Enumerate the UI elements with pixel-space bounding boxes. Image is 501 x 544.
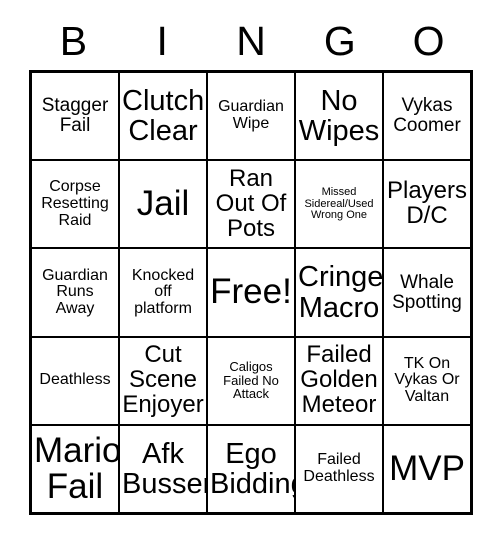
- bingo-cell[interactable]: Knocked off platform: [120, 249, 208, 336]
- bingo-cell[interactable]: Failed Deathless: [296, 425, 384, 513]
- bingo-row: Deathless Cut Scene Enjoyer Caligos Fail…: [32, 337, 470, 426]
- bingo-cell-free[interactable]: Free!: [208, 249, 296, 336]
- bingo-cell-label: Mario Fail: [34, 430, 120, 506]
- bingo-card: B I N G O Stagger Fail Clutch Clear Guar…: [0, 0, 501, 544]
- bingo-cell-label: Clutch Clear: [122, 84, 205, 148]
- bingo-cell[interactable]: Missed Sidereal/Used Wrong One: [296, 161, 384, 248]
- bingo-cell[interactable]: Ran Out Of Pots: [208, 161, 296, 248]
- header-letter-o: O: [412, 17, 445, 64]
- bingo-cell-label: Corpse Resetting Raid: [41, 178, 109, 229]
- bingo-cell[interactable]: Cut Scene Enjoyer: [120, 337, 208, 424]
- bingo-cell-label: Free!: [210, 272, 292, 312]
- bingo-cell-label: Deathless: [39, 371, 111, 389]
- bingo-row: Corpse Resetting Raid Jail Ran Out Of Po…: [32, 161, 470, 250]
- bingo-header-row: B I N G O: [29, 14, 473, 68]
- bingo-row: Guardian Runs Away Knocked off platform …: [32, 249, 470, 338]
- bingo-cell-label: Guardian Runs Away: [42, 266, 108, 317]
- bingo-cell-label: Whale Spotting: [392, 271, 462, 313]
- bingo-cell[interactable]: Caligos Failed No Attack: [208, 337, 296, 424]
- bingo-cell[interactable]: Failed Golden Meteor: [296, 337, 384, 424]
- bingo-cell[interactable]: Deathless: [32, 337, 120, 424]
- bingo-cell[interactable]: No Wipes: [296, 73, 384, 160]
- bingo-cell-label: TK On Vykas Or Valtan: [394, 354, 460, 406]
- header-letter-g: G: [323, 17, 356, 64]
- bingo-cell-label: Ego Bidding: [210, 437, 294, 500]
- bingo-cell[interactable]: Jail: [120, 161, 208, 248]
- bingo-cell[interactable]: Guardian Wipe: [208, 73, 296, 160]
- bingo-cell[interactable]: Mario Fail: [32, 425, 120, 513]
- bingo-cell-label: Guardian Wipe: [218, 98, 284, 133]
- bingo-cell-label: Caligos Failed No Attack: [223, 359, 279, 402]
- bingo-cell-label: Ran Out Of Pots: [215, 164, 287, 242]
- bingo-cell[interactable]: Guardian Runs Away: [32, 249, 120, 336]
- bingo-cell-label: Missed Sidereal/Used Wrong One: [304, 186, 374, 222]
- bingo-cell-label: Cringe Macro: [298, 261, 384, 324]
- bingo-cell-label: Jail: [136, 184, 190, 224]
- header-letter-i: I: [156, 17, 168, 64]
- bingo-row: Stagger Fail Clutch Clear Guardian Wipe …: [32, 73, 470, 162]
- bingo-cell[interactable]: Ego Bidding: [208, 425, 296, 513]
- bingo-cell-label: MVP: [389, 448, 465, 488]
- bingo-cell[interactable]: MVP: [384, 425, 470, 513]
- bingo-cell[interactable]: Whale Spotting: [384, 249, 470, 336]
- bingo-row: Mario Fail Afk Busser Ego Bidding Failed…: [32, 425, 470, 513]
- bingo-grid: Stagger Fail Clutch Clear Guardian Wipe …: [29, 70, 473, 515]
- bingo-cell-label: Afk Busser: [122, 437, 208, 500]
- bingo-cell-label: Vykas Coomer: [393, 95, 461, 137]
- bingo-cell[interactable]: Clutch Clear: [120, 73, 208, 160]
- bingo-cell[interactable]: Cringe Macro: [296, 249, 384, 336]
- bingo-cell-label: Stagger Fail: [41, 95, 109, 137]
- bingo-cell[interactable]: Afk Busser: [120, 425, 208, 513]
- header-letter-b: B: [59, 17, 88, 64]
- bingo-cell-label: Cut Scene Enjoyer: [122, 341, 204, 419]
- bingo-cell-label: Knocked off platform: [131, 266, 195, 317]
- bingo-cell-label: Failed Golden Meteor: [300, 341, 378, 419]
- bingo-cell[interactable]: Vykas Coomer: [384, 73, 470, 160]
- bingo-cell[interactable]: Players D/C: [384, 161, 470, 248]
- bingo-cell[interactable]: TK On Vykas Or Valtan: [384, 337, 470, 424]
- bingo-cell[interactable]: Stagger Fail: [32, 73, 120, 160]
- bingo-cell-label: Failed Deathless: [303, 451, 375, 485]
- bingo-cell-label: Players D/C: [386, 177, 468, 230]
- header-letter-n: N: [236, 17, 266, 64]
- bingo-cell-label: No Wipes: [298, 84, 380, 148]
- bingo-cell[interactable]: Corpse Resetting Raid: [32, 161, 120, 248]
